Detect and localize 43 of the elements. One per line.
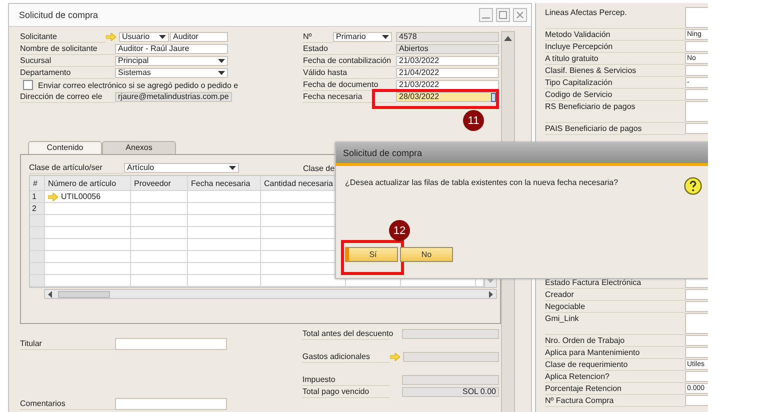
column-header: Proveedor (131, 176, 188, 191)
row-number: 1 (30, 191, 45, 203)
cell-text: UTIL00056 (61, 192, 101, 201)
field-label: Clase de (303, 164, 335, 172)
field-label: Clasif. Bienes & Servicios (545, 65, 685, 77)
callout-badge: 12 (389, 220, 410, 241)
row-number: 2 (30, 203, 45, 215)
field-label: Negociable (545, 301, 685, 313)
field-label: Válido hasta (303, 68, 396, 78)
callout-badge: 11 (463, 110, 484, 131)
field-label: Impuesto (302, 374, 390, 386)
column-header: Número de artículo (45, 176, 131, 191)
field-label: Estado (303, 44, 396, 54)
field-label: Creador (545, 289, 685, 301)
column-header: Fecha necesaria (188, 176, 261, 191)
field-label: Fecha de contabilización (303, 56, 396, 66)
window-title: Solicitud de compra (19, 10, 98, 20)
column-header: # (30, 176, 45, 191)
field-label: Incluye Percepción (545, 41, 685, 53)
field-label: Nº Factura Compra (545, 395, 685, 407)
field-label: Aplica Retencion? (545, 371, 685, 383)
dialog-title: Solicitud de compra (343, 148, 422, 158)
field-label: Clase de requerimiento (545, 359, 685, 371)
field-label: A título gratuito (545, 53, 685, 65)
field-label: Solicitante (20, 32, 106, 42)
field-label: Clase de artículo/ser (29, 162, 124, 174)
field-label: Metodo Validación (545, 29, 685, 41)
checkbox-label: Enviar correo electrónico si se agregó pedido o pedido e (38, 80, 238, 90)
field-label: Gastos adicionales (302, 352, 390, 362)
field-label: Fecha necesaria (303, 92, 396, 102)
field-label: Codigo de Servicio (545, 89, 685, 101)
field-label: PAIS Beneficiario de pagos (545, 123, 685, 135)
field-label: Departamento (20, 68, 115, 78)
field-label: Total antes del descuento (302, 328, 390, 340)
field-label: Total pago vencido (302, 386, 390, 398)
field-label: Nro. Orden de Trabajo (545, 335, 685, 347)
field-label: Porcentaje Retencion (545, 383, 685, 395)
dialog-message: ¿Desea actualizar las filas de tabla existentes con la nueva fecha necesaria? (345, 178, 618, 187)
field-label: Sucursal (20, 56, 115, 66)
field-label: Dirección de correo ele (20, 92, 115, 102)
field-label: Aplica para Mantenimiento (545, 347, 685, 359)
field-label: Nombre de solicitante (20, 44, 115, 54)
field-label: Tipo Capitalización (545, 77, 685, 89)
